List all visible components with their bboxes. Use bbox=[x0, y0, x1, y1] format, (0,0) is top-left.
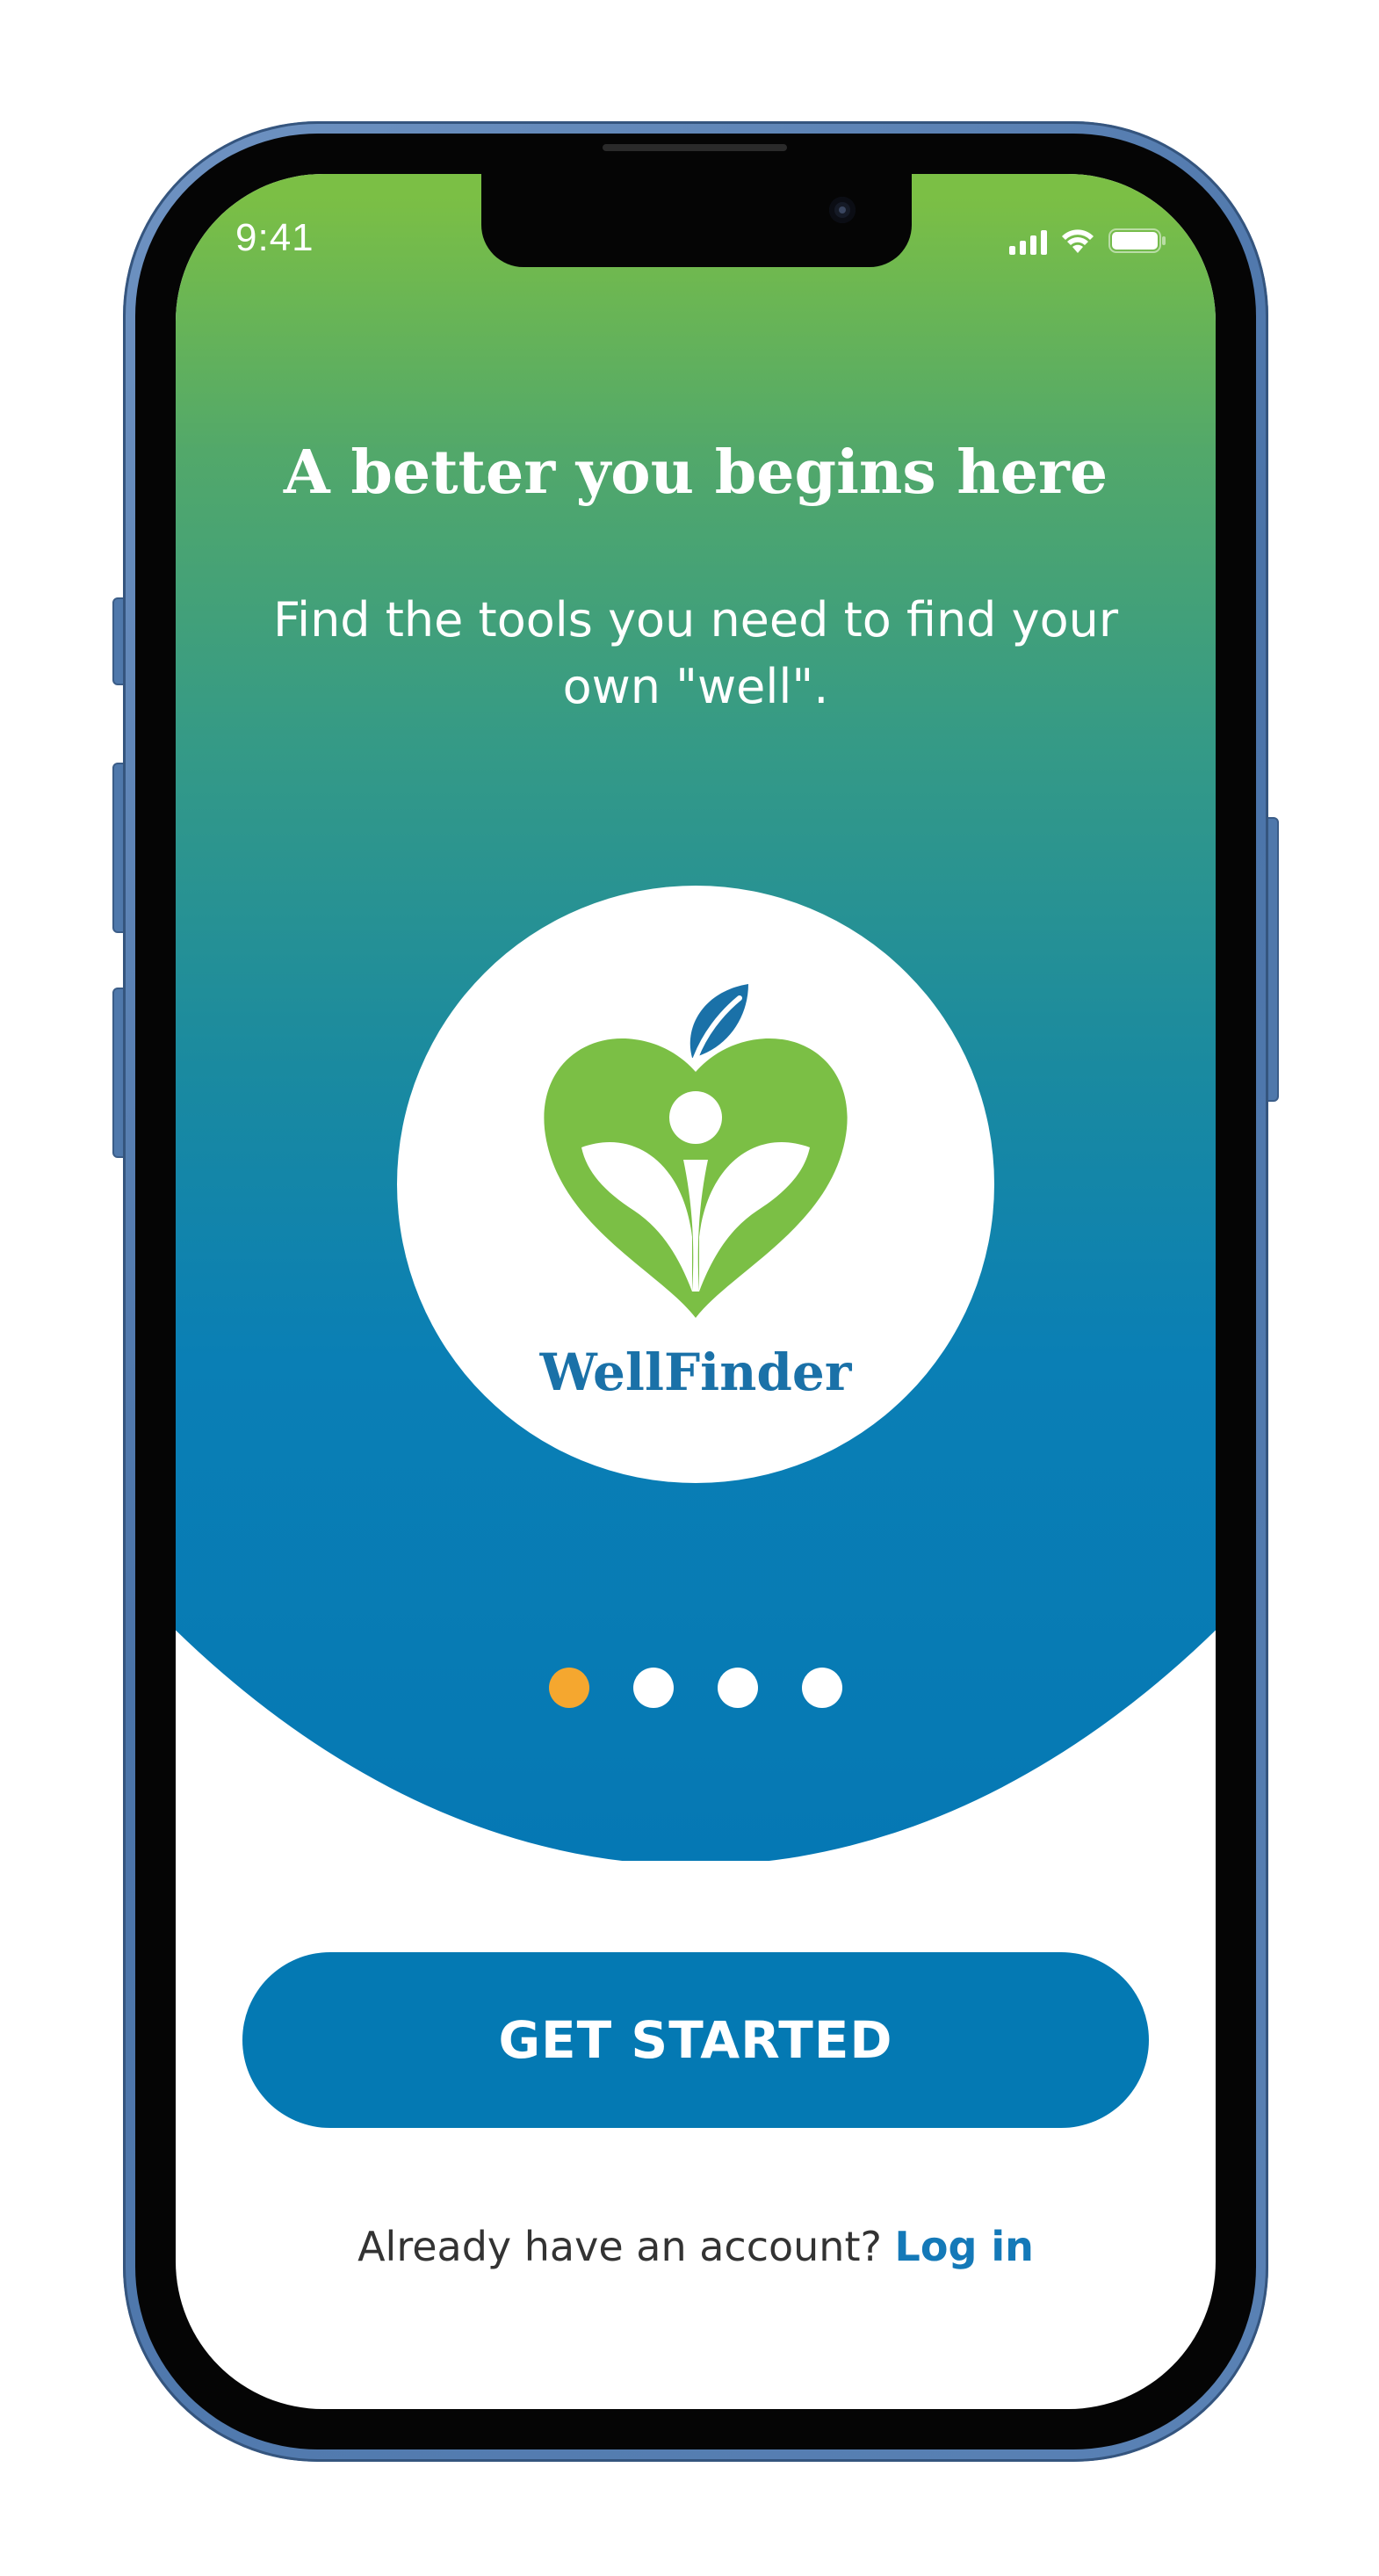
wellfinder-logo-icon bbox=[544, 984, 848, 1318]
front-camera bbox=[829, 197, 856, 223]
page-subtitle: Find the tools you need to find your own… bbox=[272, 592, 1119, 714]
page-dot-1-active[interactable] bbox=[549, 1668, 589, 1708]
wifi-icon bbox=[1062, 229, 1094, 253]
logo-badge: WellFinder bbox=[397, 886, 994, 1483]
page-dot-3[interactable] bbox=[718, 1668, 758, 1708]
notch bbox=[481, 174, 912, 267]
status-time: 9:41 bbox=[235, 216, 314, 259]
app-screen: 9:41 A better you begins here Find the t… bbox=[176, 174, 1216, 2409]
login-link[interactable]: Log in bbox=[895, 2223, 1034, 2270]
battery-icon bbox=[1108, 228, 1166, 253]
login-prompt-text: Already have an account? bbox=[357, 2223, 895, 2270]
page-dot-2[interactable] bbox=[633, 1668, 674, 1708]
page-title: A better you begins here bbox=[283, 438, 1108, 508]
cellular-signal-icon bbox=[1009, 228, 1047, 255]
earpiece-speaker bbox=[603, 144, 787, 151]
brand-wordmark: WellFinder bbox=[539, 1342, 852, 1402]
page-dot-4[interactable] bbox=[802, 1668, 842, 1708]
login-prompt-row: Already have an account? Log in bbox=[176, 2223, 1216, 2270]
get-started-button[interactable]: GET STARTED bbox=[242, 1952, 1149, 2128]
page-indicator bbox=[176, 1668, 1216, 1708]
status-icons bbox=[1009, 220, 1166, 255]
